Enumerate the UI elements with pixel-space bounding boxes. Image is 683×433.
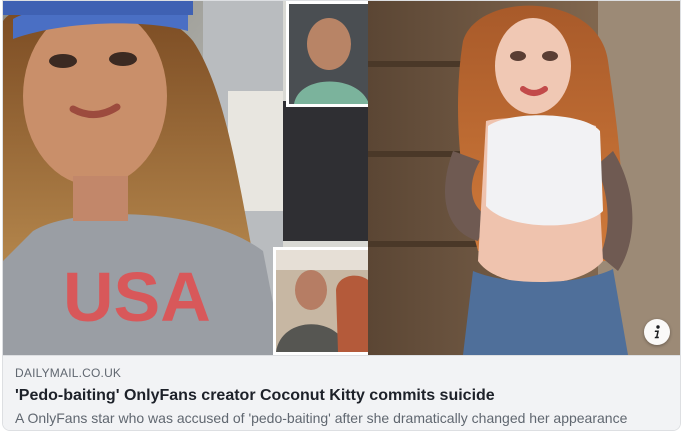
article-description: A OnlyFans star who was accused of 'pedo… (15, 410, 628, 426)
photo-redhead-crop-top (368, 1, 680, 355)
article-headline[interactable]: 'Pedo-baiting' OnlyFans creator Coconut … (15, 385, 668, 407)
photo-selfie-usa-shirt: USA (3, 1, 283, 355)
source-domain: DAILYMAIL.CO.UK (15, 366, 122, 380)
svg-text:USA: USA (63, 258, 211, 336)
link-preview-card[interactable]: USA DAILYMAIL.CO.UK 'Pedo-baiting' OnlyF… (2, 0, 681, 431)
article-image-collage[interactable]: USA (3, 1, 680, 355)
link-caption[interactable]: DAILYMAIL.CO.UK 'Pedo-baiting' OnlyFans … (3, 355, 680, 430)
info-icon (654, 325, 660, 339)
info-button[interactable] (644, 319, 670, 345)
